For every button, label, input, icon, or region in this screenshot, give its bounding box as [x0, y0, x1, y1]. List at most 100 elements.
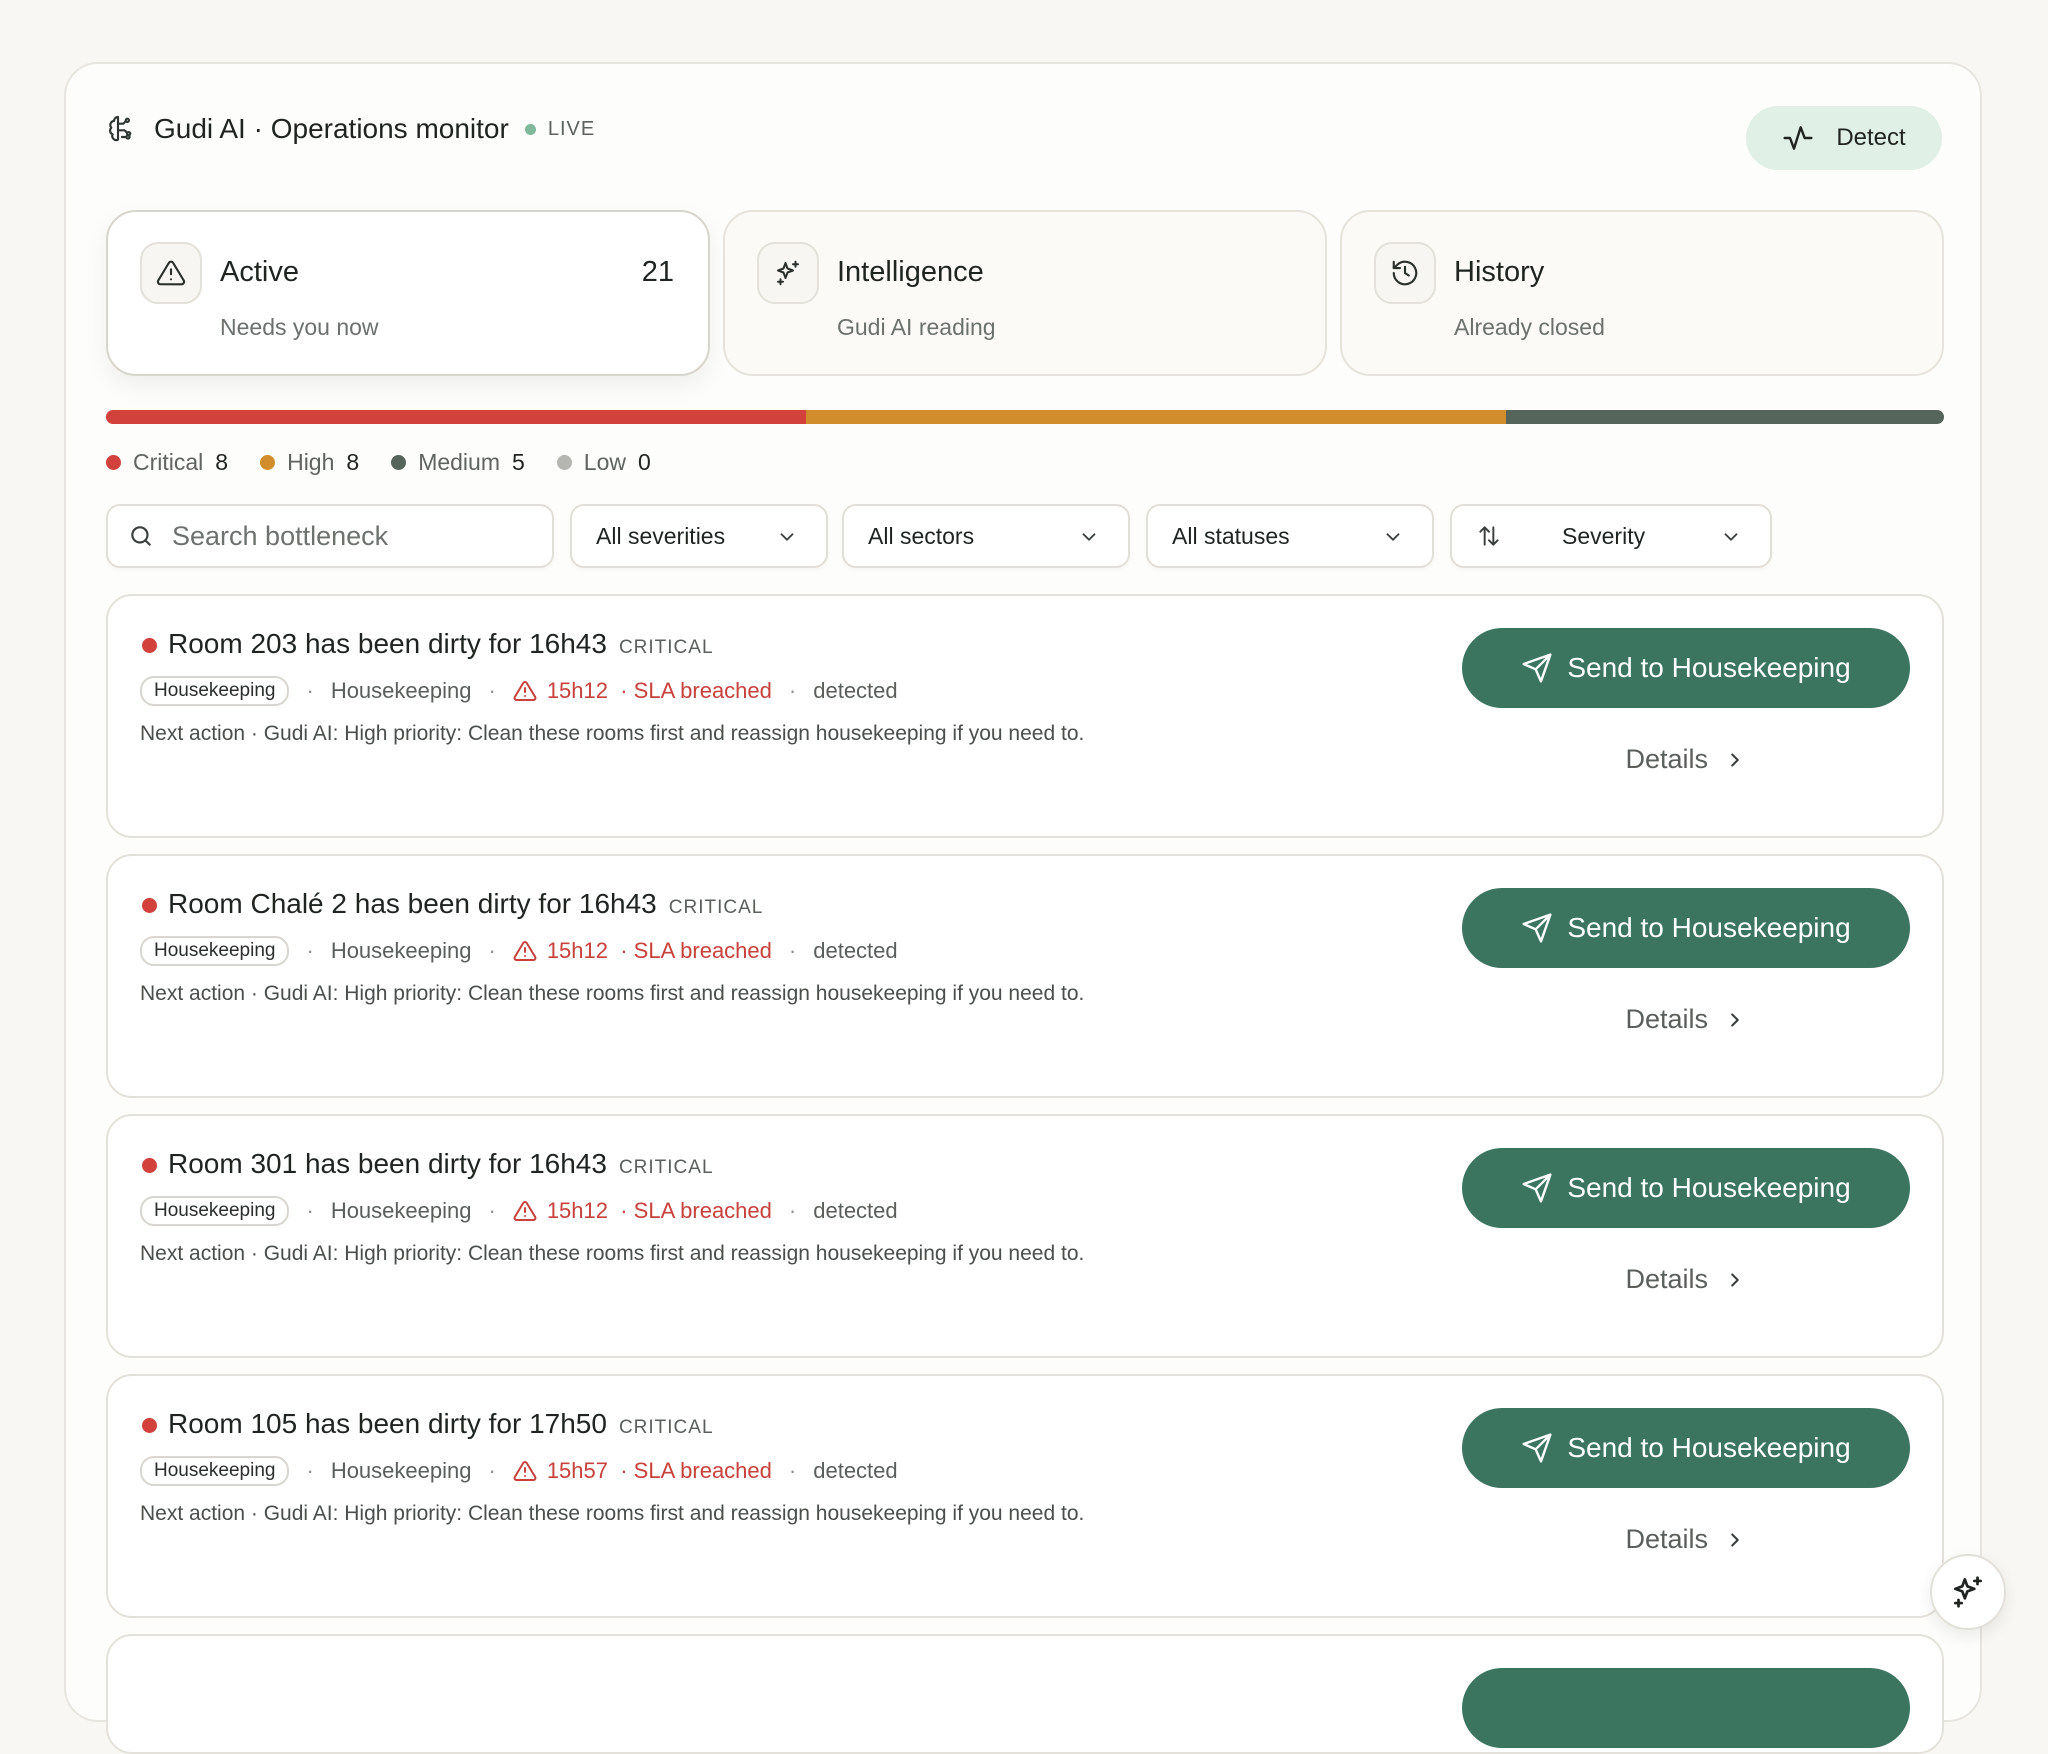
meta-separator: ·: [788, 1198, 797, 1223]
sparkles-icon: [1953, 1576, 1983, 1608]
meta-separator: ·: [488, 938, 496, 963]
legend-count: 8: [215, 448, 229, 475]
status-text: detected: [813, 1198, 898, 1223]
meta-separator: ·: [306, 938, 314, 963]
send-button-label: Send to Housekeeping: [1567, 1172, 1851, 1203]
meta-separator: ·: [488, 1458, 496, 1483]
tab-active-count: 21: [641, 256, 674, 288]
card-meta: Housekeeping · Housekeeping · 15h12 · SL…: [140, 674, 898, 708]
sla-breached: · SLA breached: [620, 938, 772, 963]
severity-select-value: All severities: [596, 522, 726, 549]
tab-active-title: Active: [220, 256, 299, 288]
send-button-label: Send to Housekeeping: [1567, 652, 1851, 683]
sla-time: 15h57: [546, 1458, 608, 1483]
details-link[interactable]: Details: [1625, 1524, 1746, 1555]
bottleneck-card[interactable]: [106, 1634, 1944, 1754]
legend-count: 8: [346, 448, 360, 475]
brain-icon: [109, 115, 132, 142]
sla-warning: 15h12 · SLA breached: [513, 938, 772, 964]
bottleneck-card[interactable]: Room 203 has been dirty for 16h43 CRITICA…: [106, 594, 1944, 838]
legend-dot-high: [260, 454, 276, 470]
meta-separator: ·: [788, 678, 797, 703]
card-title: Room Chalé 2 has been dirty for 16h43 CRI…: [168, 888, 763, 920]
send-to-housekeeping-button[interactable]: Send to Housekeeping: [1462, 1148, 1910, 1228]
live-badge: LIVE: [547, 117, 596, 140]
alert-triangle-icon: [513, 680, 537, 701]
card-title: Room 105 has been dirty for 17h50 CRITICA…: [168, 1408, 714, 1440]
status-select[interactable]: All statuses: [1146, 504, 1434, 568]
details-link[interactable]: Details: [1625, 744, 1746, 775]
legend-count: 5: [512, 448, 525, 475]
status-text: detected: [813, 1458, 898, 1483]
next-action: Next action · Gudi AI: High priority: Cl…: [140, 722, 1085, 745]
send-to-housekeeping-button[interactable]: Send to Housekeeping: [1462, 1408, 1910, 1488]
bottleneck-card[interactable]: Room 105 has been dirty for 17h50 CRITICA…: [106, 1374, 1944, 1618]
tab-history-title: History: [1454, 256, 1545, 288]
meta-separator: ·: [488, 678, 496, 703]
detect-button[interactable]: Detect: [1746, 106, 1942, 170]
send-icon: [1522, 1173, 1552, 1203]
chevron-right-icon: [1731, 752, 1739, 767]
live-indicator-dot: [524, 123, 536, 135]
tab-active-icon-box: [140, 242, 202, 304]
tab-intelligence-title: Intelligence: [837, 256, 984, 288]
alert-triangle-icon: [156, 260, 186, 286]
sort-select[interactable]: Severity: [1450, 504, 1772, 568]
send-button-label: Send to Housekeeping: [1567, 912, 1851, 943]
bottleneck-card[interactable]: Room 301 has been dirty for 16h43 CRITICA…: [106, 1114, 1944, 1358]
sort-arrows-icon: [1479, 526, 1499, 546]
status-select-value: All statuses: [1172, 522, 1290, 549]
next-action: Next action · Gudi AI: High priority: Cl…: [140, 1242, 1085, 1265]
severity-bar-medium: [1506, 410, 1944, 424]
sla-breached: · SLA breached: [620, 678, 772, 703]
sector-select[interactable]: All sectors: [842, 504, 1130, 568]
legend-label: High: [287, 448, 335, 475]
severity-select[interactable]: All severities: [570, 504, 828, 568]
legend-label: Critical: [133, 448, 204, 475]
meta-separator: ·: [306, 1198, 314, 1223]
tab-history-subtitle: Already closed: [1454, 314, 1605, 340]
tab-active[interactable]: Active Needs you now 21: [106, 210, 710, 376]
details-link[interactable]: Details: [1625, 1004, 1746, 1035]
card-title-text: Room 301 has been dirty for 16h43: [168, 1148, 607, 1179]
severity-legend: Critical 8 High 8 Medium 5 Low 0: [106, 442, 683, 482]
sla-time: 15h12: [546, 1198, 608, 1223]
sparkles-icon: [777, 260, 799, 286]
severity-bar-high: [806, 410, 1507, 424]
send-icon: [1522, 913, 1552, 943]
sector-chip: Housekeeping: [140, 1196, 290, 1226]
sla-time: 15h12: [546, 938, 608, 963]
card-title: Room 301 has been dirty for 16h43 CRITICA…: [168, 1148, 714, 1180]
chevron-down-icon: [1082, 533, 1096, 541]
search-input[interactable]: Search bottleneck: [106, 504, 554, 568]
sector-chip: Housekeeping: [140, 676, 290, 706]
chevron-right-icon: [1731, 1272, 1739, 1287]
send-to-housekeeping-button[interactable]: [1462, 1668, 1910, 1748]
tab-intelligence[interactable]: Intelligence Gudi AI reading: [723, 210, 1327, 376]
sort-select-value: Severity: [1562, 522, 1646, 549]
legend-dot-low: [556, 454, 572, 470]
details-link[interactable]: Details: [1625, 1264, 1746, 1295]
bottleneck-card[interactable]: Room Chalé 2 has been dirty for 16h43 CRI…: [106, 854, 1944, 1098]
meta-separator: ·: [306, 1458, 314, 1483]
send-to-housekeeping-button[interactable]: Send to Housekeeping: [1462, 888, 1910, 968]
legend-critical: Critical 8: [106, 449, 228, 476]
card-title-text: Room 203 has been dirty for 16h43: [168, 628, 607, 659]
legend-dot-critical: [106, 454, 121, 470]
legend-label: Medium: [418, 448, 500, 475]
send-icon: [1522, 1433, 1552, 1463]
severity-bar-critical: [106, 410, 807, 424]
legend-high: High 8: [260, 449, 359, 476]
severity-label: CRITICAL: [618, 637, 714, 658]
alert-triangle-icon: [513, 1460, 537, 1481]
detect-button-label: Detect: [1836, 124, 1906, 151]
tab-history[interactable]: History Already closed: [1340, 210, 1944, 376]
next-action: Next action · Gudi AI: High priority: Cl…: [140, 982, 1085, 1005]
severity-label: CRITICAL: [618, 1417, 714, 1438]
activity-icon: [1783, 126, 1813, 150]
severity-dot: [142, 638, 157, 653]
severity-dot: [142, 898, 157, 913]
ai-assistant-button[interactable]: [1930, 1554, 2006, 1630]
send-to-housekeeping-button[interactable]: Send to Housekeeping: [1462, 628, 1910, 708]
details-label: Details: [1625, 1524, 1708, 1554]
